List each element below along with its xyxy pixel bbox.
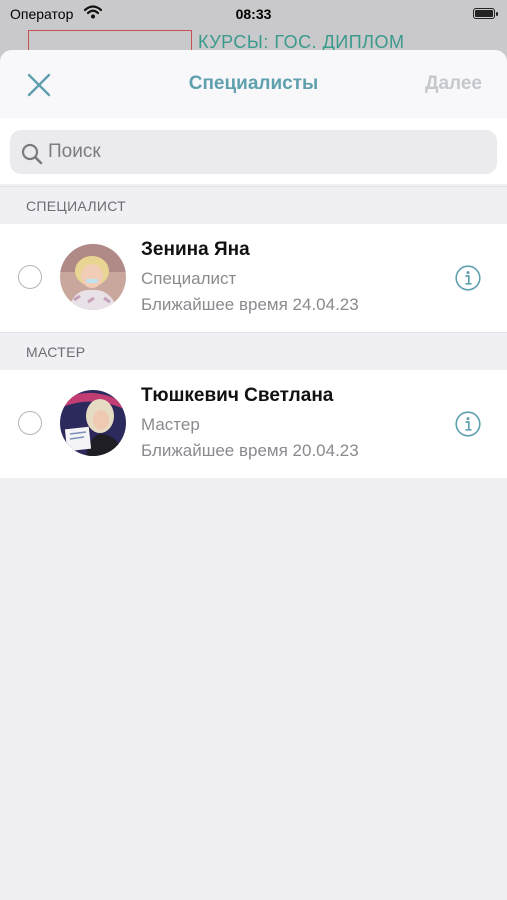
section-label: СПЕЦИАЛИСТ	[26, 198, 127, 214]
battery-icon	[473, 8, 498, 19]
info-icon	[455, 265, 481, 295]
specialist-role: Мастер	[141, 415, 200, 434]
nearest-time: Ближайшее время 20.04.23	[141, 441, 359, 460]
specialists-sheet: Специалисты Далее СПЕЦИАЛИСТ	[0, 50, 507, 900]
search-field[interactable]	[10, 130, 497, 174]
search-icon	[21, 143, 43, 170]
section-header-master: МАСТЕР	[0, 332, 507, 370]
specialist-name: Тюшкевич Светлана	[141, 385, 334, 406]
select-radio[interactable]	[18, 411, 42, 435]
background-screen-peek: КУРСЫ: ГОС. ДИПЛОМ	[0, 30, 507, 52]
status-bar: Оператор 08:33	[0, 0, 507, 30]
avatar	[60, 390, 126, 456]
search-input[interactable]	[48, 130, 478, 174]
status-time: 08:33	[235, 6, 272, 22]
select-radio[interactable]	[18, 265, 42, 289]
background-banner-text: КУРСЫ: ГОС. ДИПЛОМ	[198, 32, 405, 52]
avatar	[60, 244, 126, 310]
list-item-master[interactable]: Тюшкевич Светлана Мастер Ближайшее время…	[0, 370, 507, 478]
next-button[interactable]: Далее	[425, 73, 482, 95]
nearest-time: Ближайшее время 24.04.23	[141, 295, 359, 314]
info-button[interactable]	[455, 411, 481, 437]
section-header-specialist: СПЕЦИАЛИСТ	[0, 186, 507, 224]
info-button[interactable]	[455, 265, 481, 291]
section-label: МАСТЕР	[26, 344, 86, 360]
background-logo	[28, 30, 192, 52]
info-icon	[455, 411, 481, 441]
specialist-name: Зенина Яна	[141, 239, 250, 260]
specialist-role: Специалист	[141, 269, 237, 288]
search-bar	[0, 118, 507, 184]
list-item-specialist[interactable]: Зенина Яна Специалист Ближайшее время 24…	[0, 224, 507, 332]
navigation-bar: Специалисты Далее	[0, 50, 507, 118]
